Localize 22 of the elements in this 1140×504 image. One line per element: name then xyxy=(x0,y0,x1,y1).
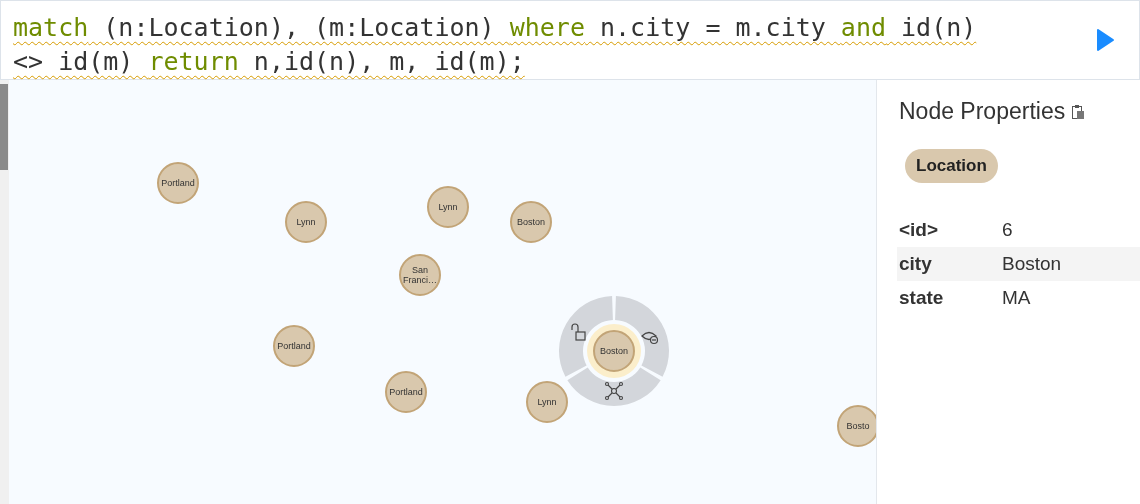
graph-node[interactable]: Lynn xyxy=(526,381,568,423)
clipboard-icon[interactable] xyxy=(1071,103,1086,120)
property-value: MA xyxy=(1002,287,1031,309)
graph-node[interactable]: Boston xyxy=(510,201,552,243)
property-key: <id> xyxy=(897,219,1002,241)
scrollbar-thumb[interactable] xyxy=(0,84,8,170)
graph-node[interactable]: Lynn xyxy=(427,186,469,228)
label-badge[interactable]: Location xyxy=(905,149,998,183)
unlock-icon[interactable] xyxy=(571,323,586,341)
graph-node[interactable]: Bosto xyxy=(837,405,876,447)
property-value: Boston xyxy=(1002,253,1062,275)
property-key: state xyxy=(897,287,1002,309)
property-value: 6 xyxy=(1002,219,1013,241)
graph-node[interactable]: Lynn xyxy=(285,201,327,243)
panel-title: Node Properties xyxy=(899,98,1066,125)
graph-node[interactable]: Portland xyxy=(273,325,315,367)
network-icon[interactable] xyxy=(604,381,624,401)
property-key: city xyxy=(897,253,1002,275)
hide-icon[interactable] xyxy=(641,331,659,345)
graph-node[interactable]: Portland xyxy=(385,371,427,413)
graph-node[interactable]: Portland xyxy=(157,162,199,204)
graph-node[interactable]: San Franci… xyxy=(399,254,441,296)
